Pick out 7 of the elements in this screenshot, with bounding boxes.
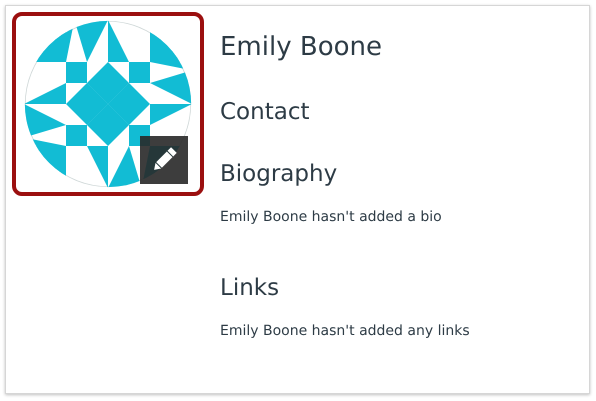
section-heading: Contact — [220, 99, 310, 127]
edit-avatar-button[interactable] — [140, 136, 188, 184]
empty-note: Emily Boone hasn't added any links — [220, 322, 470, 340]
empty-note: Emily Boone hasn't added a bio — [220, 208, 443, 227]
section-heading: Biography — [220, 160, 338, 188]
profile-name: Emily Boone — [220, 32, 383, 64]
section-heading: Links — [220, 274, 280, 302]
